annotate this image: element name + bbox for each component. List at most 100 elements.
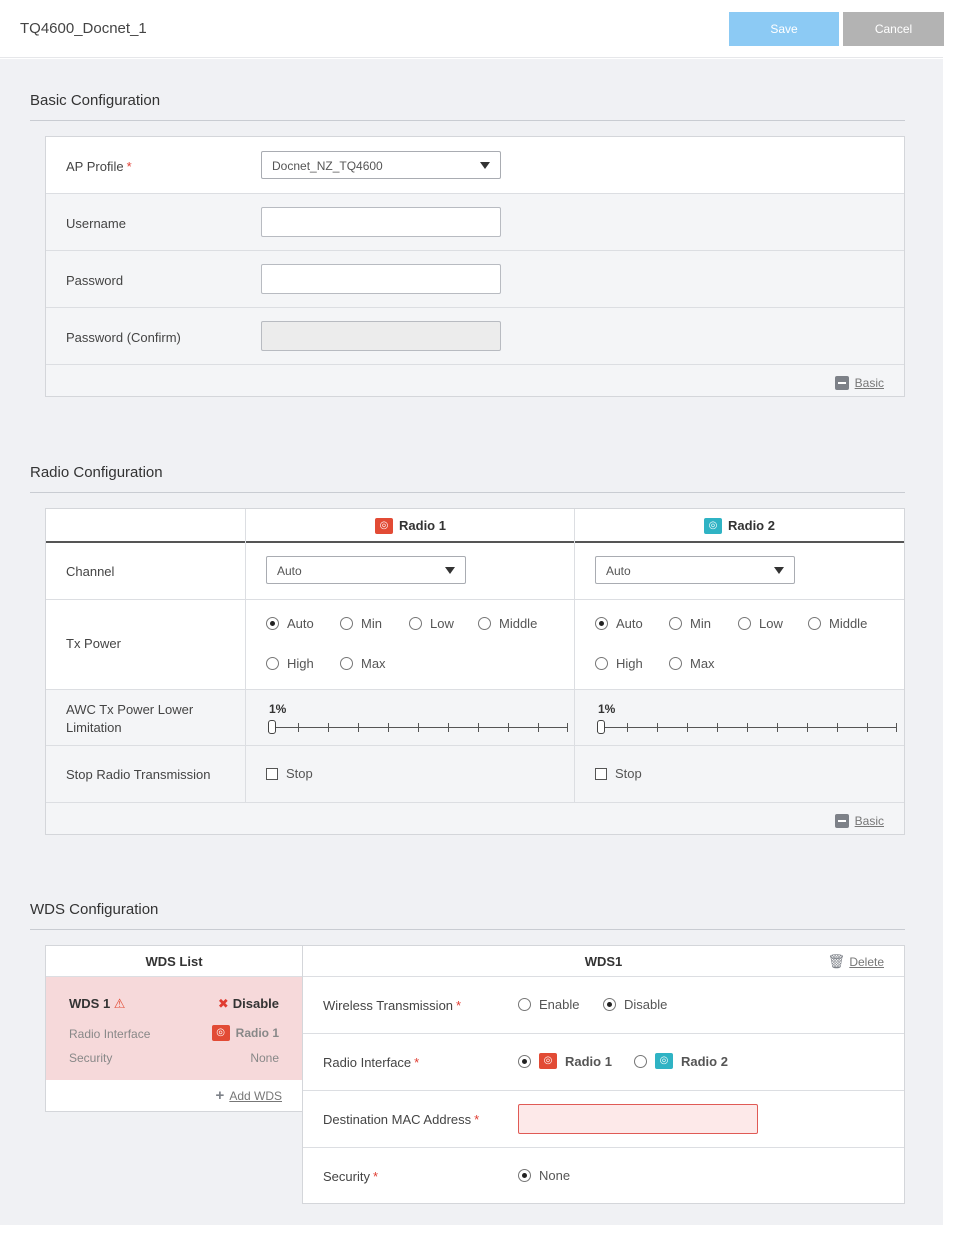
option-label: High xyxy=(287,656,314,671)
radio2-stop-checkbox[interactable]: Stop xyxy=(595,766,642,781)
option-label: Stop xyxy=(286,766,313,781)
username-input[interactable] xyxy=(261,207,501,237)
radio-interface-radio2[interactable]: ◎ Radio 2 xyxy=(634,1053,728,1069)
wifi-icon: ◎ xyxy=(704,517,723,534)
option-label: Stop xyxy=(615,766,642,781)
radio-section-divider xyxy=(30,492,905,493)
radio1-stop-checkbox[interactable]: Stop xyxy=(266,766,313,781)
option-label: Disable xyxy=(624,997,668,1012)
radio2-tx-high[interactable]: High xyxy=(595,656,643,671)
dest-mac-label: Destination MAC Address * xyxy=(323,1112,480,1127)
radio-button[interactable] xyxy=(518,1169,531,1182)
wds-detail-title: WDS1 xyxy=(584,954,623,969)
wireless-disable-option[interactable]: Disable xyxy=(603,997,667,1012)
channel-label: Channel xyxy=(66,564,115,579)
radio-button[interactable] xyxy=(669,617,682,630)
chevron-down-icon xyxy=(445,567,455,574)
channel-row: Channel Auto Auto xyxy=(46,543,904,600)
radio1-tx-middle[interactable]: Middle xyxy=(478,616,537,631)
radio2-tx-min[interactable]: Min xyxy=(669,616,711,631)
top-bar: TQ4600_Docnet_1 Save Cancel xyxy=(0,0,944,58)
radio2-awc-slider[interactable] xyxy=(597,720,897,736)
add-wds-link[interactable]: + Add WDS xyxy=(216,1087,282,1104)
option-label: Middle xyxy=(499,616,538,631)
add-wds-label: Add WDS xyxy=(229,1088,282,1103)
radio2-tx-low[interactable]: Low xyxy=(738,616,783,631)
radio1-tx-low[interactable]: Low xyxy=(409,616,454,631)
radio1-header-label: Radio 1 xyxy=(399,518,446,533)
radio-interface-row: Radio Interface * ◎ Radio 1 ◎ Radio 2 xyxy=(303,1034,904,1091)
radio-button[interactable] xyxy=(340,617,353,630)
column-divider xyxy=(574,509,575,803)
password-confirm-label: Password (Confirm) xyxy=(66,330,181,345)
radio-button[interactable] xyxy=(478,617,491,630)
radio-button[interactable] xyxy=(595,617,608,630)
save-button[interactable]: Save xyxy=(729,12,839,46)
wds-list-panel: WDS List WDS 1 ⚠ ✖ Disable Radio Interfac… xyxy=(45,945,303,1112)
wireless-transmission-label: Wireless Transmission * xyxy=(323,998,462,1013)
option-label: Max xyxy=(690,656,715,671)
wireless-enable-option[interactable]: Enable xyxy=(518,997,579,1012)
option-label: High xyxy=(616,656,643,671)
wds-section-title: WDS Configuration xyxy=(30,901,159,918)
radio-basic-link-label: Basic xyxy=(854,814,884,828)
radio-header-row: ◎ Radio 1 ◎ Radio 2 xyxy=(46,509,904,543)
radio2-channel-value: Auto xyxy=(606,564,631,578)
radio2-tx-auto[interactable]: Auto xyxy=(595,616,643,631)
wds-item-status: ✖ Disable xyxy=(217,996,279,1011)
radio-button[interactable] xyxy=(518,998,531,1011)
checkbox[interactable] xyxy=(595,767,607,780)
password-input[interactable] xyxy=(261,264,501,294)
option-label: Middle xyxy=(829,616,868,631)
radio2-tx-middle[interactable]: Middle xyxy=(808,616,867,631)
password-confirm-row: Password (Confirm) xyxy=(46,308,904,365)
collapse-icon xyxy=(834,376,849,390)
basic-footer: Basic xyxy=(46,365,904,396)
ap-profile-select[interactable]: Docnet_NZ_TQ4600 xyxy=(261,151,501,179)
radio1-channel-select[interactable]: Auto xyxy=(266,556,466,584)
radio2-tx-max[interactable]: Max xyxy=(669,656,715,671)
radio-button[interactable] xyxy=(266,617,279,630)
radio1-tx-max[interactable]: Max xyxy=(340,656,386,671)
chevron-down-icon xyxy=(774,567,784,574)
basic-toggle-link[interactable]: Basic xyxy=(834,376,884,390)
plus-icon: + xyxy=(215,1087,225,1104)
password-confirm-input xyxy=(261,321,501,351)
chevron-down-icon xyxy=(480,162,490,169)
radio-interface-radio1[interactable]: ◎ Radio 1 xyxy=(518,1053,612,1069)
radio1-tx-high[interactable]: High xyxy=(266,656,314,671)
column-divider xyxy=(245,509,246,803)
wifi-icon: ◎ xyxy=(655,1053,673,1069)
radio-button[interactable] xyxy=(595,657,608,670)
option-label: Low xyxy=(430,616,454,631)
radio-button[interactable] xyxy=(518,1054,531,1068)
radio-button[interactable] xyxy=(266,657,279,670)
collapse-icon xyxy=(834,814,849,828)
security-none-option[interactable]: None xyxy=(518,1168,570,1183)
basic-section-title: Basic Configuration xyxy=(30,92,161,109)
option-label: Min xyxy=(361,616,382,631)
radio2-header: ◎ Radio 2 xyxy=(575,509,904,542)
radio-button[interactable] xyxy=(808,617,821,630)
radio-button[interactable] xyxy=(603,998,616,1011)
delete-wds-button[interactable]: 🗑︎ Delete xyxy=(828,953,884,970)
wds-list-item[interactable]: WDS 1 ⚠ ✖ Disable Radio Interface ◎ Radio … xyxy=(46,977,302,1080)
radio-button[interactable] xyxy=(409,617,422,630)
tx-power-row: Tx Power Auto Min Low Middle High Max Au… xyxy=(46,600,904,690)
radio1-tx-auto[interactable]: Auto xyxy=(266,616,314,631)
radio2-awc-thumb[interactable] xyxy=(597,720,605,734)
security-row: Security * None xyxy=(303,1148,904,1203)
password-label: Password xyxy=(66,273,124,288)
radio-basic-toggle-link[interactable]: Basic xyxy=(834,814,884,828)
radio1-awc-slider[interactable] xyxy=(268,720,568,736)
dest-mac-input[interactable] xyxy=(518,1104,758,1134)
radio-button[interactable] xyxy=(634,1054,647,1068)
radio1-awc-thumb[interactable] xyxy=(268,720,276,734)
radio-button[interactable] xyxy=(340,657,353,670)
radio-button[interactable] xyxy=(669,657,682,670)
radio-button[interactable] xyxy=(738,617,751,630)
cancel-button[interactable]: Cancel xyxy=(843,12,944,46)
radio1-tx-min[interactable]: Min xyxy=(340,616,382,631)
radio2-channel-select[interactable]: Auto xyxy=(595,556,795,584)
checkbox[interactable] xyxy=(266,767,278,780)
